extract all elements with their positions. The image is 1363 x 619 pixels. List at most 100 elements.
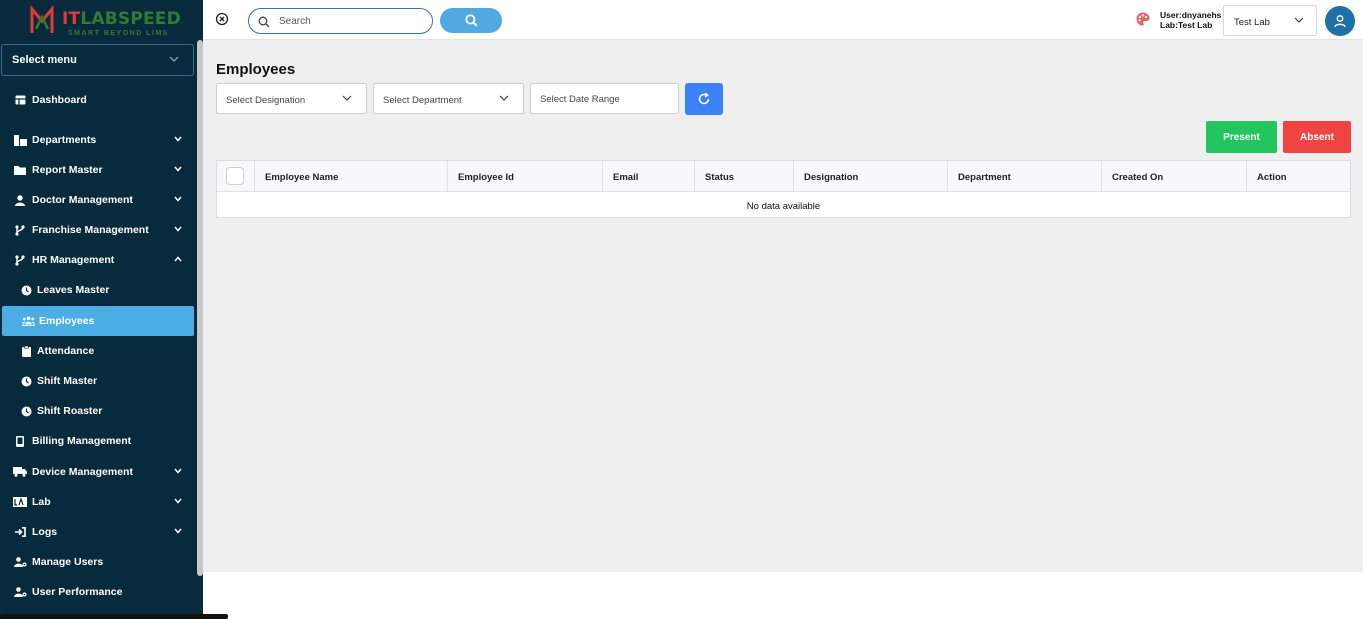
column-header-status[interactable]: Status (695, 161, 794, 192)
search-button[interactable] (440, 8, 502, 33)
clock-icon (19, 404, 33, 418)
sidebar-item-leaves-master[interactable]: Leaves Master (0, 275, 194, 305)
sidebar-item-lab[interactable]: Lab (0, 487, 194, 517)
select-all-cell (217, 161, 255, 192)
avatar[interactable] (1325, 6, 1355, 36)
sidebar-item-manage-users[interactable]: Manage Users (0, 547, 194, 577)
sidebar-item-hr-management[interactable]: HR Management (0, 245, 194, 275)
sidebar-item-attendance[interactable]: Attendance (0, 336, 194, 366)
sidebar-item-label: Report Master (32, 164, 103, 176)
sidebar-bottom-bar (0, 614, 228, 619)
page-title: Employees (216, 61, 296, 78)
sidebar-item-shift-master[interactable]: Shift Master (0, 366, 194, 396)
login-icon (13, 525, 27, 539)
logo: ITLABSPEED SMART BEYOND LIMS (0, 0, 197, 42)
lab-icon (13, 495, 27, 509)
refresh-button[interactable] (685, 83, 723, 115)
chevron-down-icon (174, 496, 182, 506)
search-box[interactable] (248, 8, 433, 34)
employees-table: Employee Name Employee Id Email Status D… (216, 160, 1351, 218)
refresh-icon (698, 92, 710, 105)
palette-icon[interactable] (1135, 11, 1151, 32)
sidebar-item-report-master[interactable]: Report Master (0, 155, 194, 185)
mobile-icon (13, 434, 27, 448)
lab-select[interactable]: Test Lab (1223, 5, 1317, 36)
user-gear-icon (13, 555, 27, 569)
clock-icon (19, 283, 33, 297)
column-header-employee-name[interactable]: Employee Name (255, 161, 448, 192)
sidebar-item-billing-management[interactable]: Billing Management (0, 426, 194, 456)
sidebar-item-label: Manage Users (32, 556, 104, 568)
column-header-created-on[interactable]: Created On (1102, 161, 1247, 192)
empty-table-message: No data available (746, 201, 821, 212)
user-icon (13, 193, 27, 207)
sidebar-item-label: Employees (39, 315, 95, 327)
lab-name: Lab:Test Lab (1160, 20, 1213, 30)
sidebar-item-label: Lab (32, 496, 51, 508)
sidebar-item-departments[interactable]: Departments (0, 125, 194, 155)
user-name: User:dnyanehs (1160, 10, 1222, 20)
clock-icon (19, 374, 33, 388)
department-select-placeholder: Select Department (383, 95, 462, 106)
select-menu-label: Select menu (12, 54, 77, 66)
column-header-employee-id[interactable]: Employee Id (448, 161, 603, 192)
search-icon (464, 14, 478, 27)
close-icon[interactable] (215, 12, 229, 26)
chevron-down-icon (174, 194, 182, 204)
brand-tagline: SMART BEYOND LIMS (68, 30, 169, 37)
user-info: User:dnyanehs Lab:Test Lab (1160, 10, 1221, 30)
date-range-placeholder: Select Date Range (540, 94, 620, 105)
topbar: User:dnyanehs Lab:Test Lab Test Lab (203, 0, 1363, 40)
lab-select-value: Test Lab (1234, 17, 1270, 28)
column-header-action: Action (1257, 172, 1287, 183)
search-icon (258, 15, 270, 33)
designation-select[interactable]: Select Designation (216, 83, 367, 114)
branch-icon (13, 253, 27, 267)
department-select[interactable]: Select Department (373, 83, 524, 114)
select-all-checkbox[interactable] (226, 167, 244, 185)
sidebar-item-shift-roaster[interactable]: Shift Roaster (0, 396, 194, 426)
sidebar-item-label: Leaves Master (37, 284, 110, 296)
sidebar-item-label: User Performance (32, 586, 123, 598)
sidebar-item-label: Shift Roaster (37, 405, 103, 417)
present-button[interactable]: Present (1206, 121, 1277, 153)
chevron-down-icon (1294, 16, 1304, 27)
sidebar-item-label: Dashboard (32, 94, 87, 106)
sidebar-item-label: Device Management (32, 466, 133, 478)
sidebar-item-dashboard[interactable]: Dashboard (0, 85, 194, 115)
absent-button[interactable]: Absent (1283, 121, 1351, 153)
chevron-down-icon (169, 54, 179, 66)
chevron-down-icon (174, 224, 182, 234)
sidebar-item-label: Doctor Management (32, 194, 133, 206)
sidebar-item-logs[interactable]: Logs (0, 517, 194, 547)
sidebar-item-device-management[interactable]: Device Management (0, 457, 194, 487)
sidebar-item-label: Franchise Management (32, 224, 149, 236)
sidebar-item-label: Logs (32, 526, 58, 538)
table-header: Employee Name Employee Id Email Status D… (217, 161, 1350, 192)
sidebar-item-doctor-management[interactable]: Doctor Management (0, 185, 194, 215)
column-header-email[interactable]: Email (603, 161, 695, 192)
search-input[interactable] (279, 14, 419, 29)
sidebar: ITLABSPEED SMART BEYOND LIMS Select menu… (0, 0, 203, 619)
sidebar-item-employees[interactable]: Employees (2, 306, 194, 336)
column-header-designation[interactable]: Designation (794, 161, 948, 192)
truck-icon (13, 465, 27, 479)
dashboard-icon (13, 93, 27, 107)
main-content: Employees Select Designation Select Depa… (203, 40, 1363, 572)
brand-name: ITLABSPEED (62, 9, 181, 29)
chevron-down-icon (174, 164, 182, 174)
clipboard-icon (19, 344, 33, 358)
chevron-down-icon (174, 526, 182, 536)
user-gear-icon (13, 585, 27, 599)
sidebar-item-label: Departments (32, 134, 97, 146)
chevron-down-icon (342, 94, 352, 105)
date-range-input[interactable]: Select Date Range (530, 83, 679, 114)
sidebar-item-label: HR Management (32, 254, 115, 266)
chevron-down-icon (499, 94, 509, 105)
column-header-department[interactable]: Department (948, 161, 1102, 192)
select-menu-dropdown[interactable]: Select menu (1, 44, 194, 76)
sidebar-item-user-performance[interactable]: User Performance (0, 577, 194, 607)
people-icon (21, 314, 35, 328)
sidebar-item-franchise-management[interactable]: Franchise Management (0, 215, 194, 245)
designation-select-placeholder: Select Designation (226, 95, 306, 106)
